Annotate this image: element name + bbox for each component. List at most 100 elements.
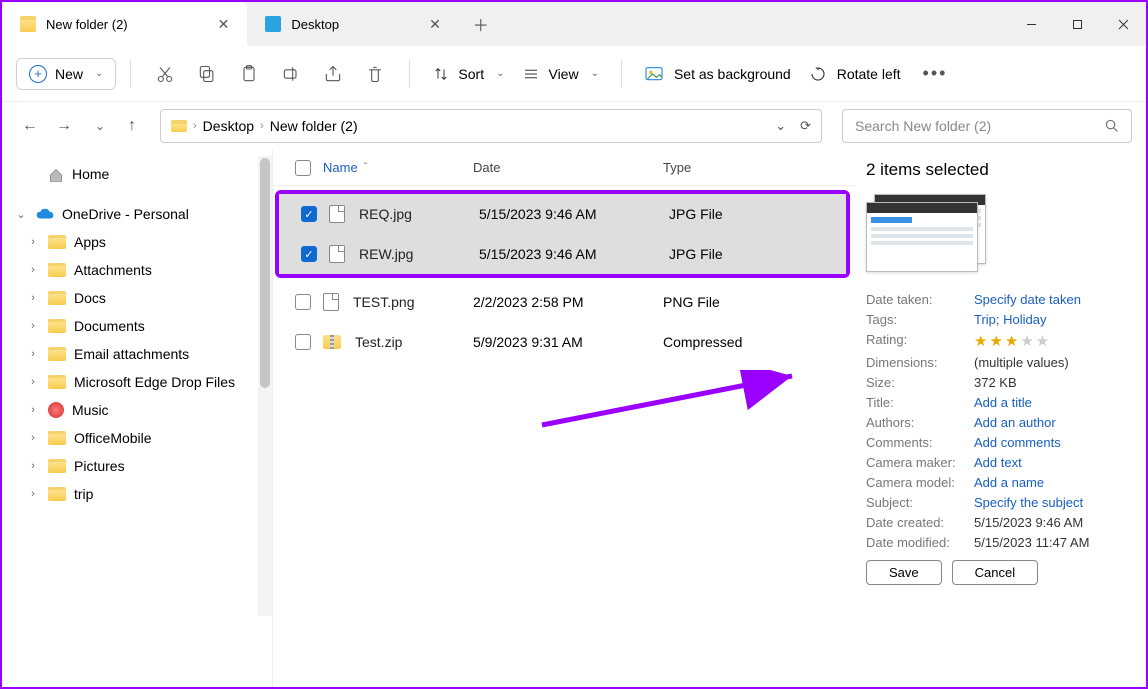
chevron-right-icon[interactable]: › <box>26 320 40 332</box>
sidebar-item[interactable]: ›Apps <box>8 228 266 256</box>
sidebar-item[interactable]: ›Attachments <box>8 256 266 284</box>
chevron-right-icon[interactable]: › <box>26 432 40 444</box>
rename-button[interactable] <box>271 54 311 94</box>
nav-onedrive[interactable]: ⌄ OneDrive - Personal <box>8 200 266 228</box>
details-value[interactable]: Add a title <box>974 395 1032 410</box>
file-type: PNG File <box>663 294 856 310</box>
add-tab-button[interactable]: ＋ <box>459 2 503 46</box>
refresh-button[interactable]: ⟳ <box>800 118 811 134</box>
row-checkbox[interactable] <box>295 294 311 310</box>
details-value[interactable]: Trip; Holiday <box>974 312 1046 327</box>
more-button[interactable]: ••• <box>915 63 956 84</box>
file-date: 5/15/2023 9:46 AM <box>479 206 669 222</box>
details-key: Rating: <box>866 332 974 350</box>
chevron-down-icon[interactable]: ⌄ <box>14 208 28 221</box>
breadcrumb-item[interactable]: Desktop <box>203 118 254 134</box>
search-icon <box>1105 119 1119 133</box>
up-button[interactable]: ↑ <box>118 112 146 140</box>
paste-button[interactable] <box>229 54 269 94</box>
save-button[interactable]: Save <box>866 560 942 585</box>
column-type[interactable]: Type <box>663 160 856 175</box>
chevron-right-icon[interactable]: › <box>26 404 40 416</box>
sidebar-item[interactable]: ›Microsoft Edge Drop Files <box>8 368 266 396</box>
column-headers: Nameˆ Date Type <box>273 150 856 186</box>
chevron-right-icon[interactable]: › <box>26 292 40 304</box>
sidebar-item[interactable]: ›OfficeMobile <box>8 424 266 452</box>
folder-icon <box>48 375 66 389</box>
tab-current-folder[interactable]: New folder (2) ✕ <box>2 2 247 46</box>
file-row[interactable]: REQ.jpg5/15/2023 9:46 AMJPG File <box>279 194 846 234</box>
details-value[interactable]: Add an author <box>974 415 1056 430</box>
sidebar-item[interactable]: ›trip <box>8 480 266 508</box>
sidebar-item[interactable]: ›Music <box>8 396 266 424</box>
cut-button[interactable] <box>145 54 185 94</box>
divider <box>409 60 410 88</box>
tab-desktop[interactable]: Desktop ✕ <box>247 2 458 46</box>
cancel-button[interactable]: Cancel <box>952 560 1038 585</box>
details-row: Title:Add a title <box>866 395 1130 410</box>
sidebar-item[interactable]: ›Pictures <box>8 452 266 480</box>
content-area: Home ⌄ OneDrive - Personal ›Apps›Attachm… <box>2 150 1146 687</box>
details-value[interactable]: Specify the subject <box>974 495 1083 510</box>
nav-label: Home <box>72 166 109 182</box>
sort-icon <box>432 65 450 83</box>
row-checkbox[interactable] <box>301 246 317 262</box>
rating-stars[interactable]: ★★★★★ <box>974 332 1051 350</box>
folder-icon <box>48 347 66 361</box>
titlebar: New folder (2) ✕ Desktop ✕ ＋ <box>2 2 1146 46</box>
sidebar-item[interactable]: › Documents <box>8 312 266 340</box>
column-name[interactable]: Nameˆ <box>323 160 473 175</box>
copy-button[interactable] <box>187 54 227 94</box>
close-button[interactable] <box>1100 2 1146 46</box>
nav-home[interactable]: Home <box>8 160 266 188</box>
search-input[interactable]: Search New folder (2) <box>842 109 1132 143</box>
file-row[interactable]: Test.zip5/9/2023 9:31 AMCompressed <box>273 322 856 362</box>
new-label: New <box>55 66 83 82</box>
details-value[interactable]: Add text <box>974 455 1022 470</box>
row-checkbox[interactable] <box>295 334 311 350</box>
details-value[interactable]: Specify date taken <box>974 292 1081 307</box>
scrollbar[interactable] <box>258 156 272 616</box>
chevron-right-icon[interactable]: › <box>26 460 40 472</box>
close-icon[interactable]: ✕ <box>218 16 230 33</box>
back-button[interactable]: ← <box>16 112 44 140</box>
view-button[interactable]: View ⌄ <box>514 65 606 83</box>
select-all-checkbox[interactable] <box>295 160 311 176</box>
chevron-right-icon[interactable]: › <box>26 236 40 248</box>
close-icon[interactable]: ✕ <box>429 16 441 33</box>
sidebar-item[interactable]: ›Docs <box>8 284 266 312</box>
window-controls <box>1008 2 1146 46</box>
folder-icon <box>48 459 66 473</box>
recent-button[interactable]: ⌄ <box>84 112 112 140</box>
nav-label: Documents <box>74 318 145 334</box>
file-name: Test.zip <box>355 334 402 350</box>
new-button[interactable]: + New ⌄ <box>16 58 116 90</box>
row-checkbox[interactable] <box>301 206 317 222</box>
scrollbar-thumb[interactable] <box>260 158 270 388</box>
chevron-down-icon[interactable]: ⌄ <box>775 118 786 134</box>
share-button[interactable] <box>313 54 353 94</box>
plus-icon: + <box>29 65 47 83</box>
chevron-right-icon[interactable]: › <box>26 264 40 276</box>
sidebar-item[interactable]: ›Email attachments <box>8 340 266 368</box>
maximize-button[interactable] <box>1054 2 1100 46</box>
details-value[interactable]: Add comments <box>974 435 1061 450</box>
forward-button[interactable]: → <box>50 112 78 140</box>
column-date[interactable]: Date <box>473 160 663 175</box>
details-value[interactable]: Add a name <box>974 475 1044 490</box>
address-bar[interactable]: › Desktop › New folder (2) ⌄ ⟳ <box>160 109 822 143</box>
details-row: Date taken:Specify date taken <box>866 292 1130 307</box>
minimize-button[interactable] <box>1008 2 1054 46</box>
chevron-right-icon[interactable]: › <box>26 348 40 360</box>
file-row[interactable]: REW.jpg5/15/2023 9:46 AMJPG File <box>279 234 846 274</box>
delete-button[interactable] <box>355 54 395 94</box>
sort-button[interactable]: Sort ⌄ <box>424 65 512 83</box>
chevron-right-icon[interactable]: › <box>26 376 40 388</box>
search-placeholder: Search New folder (2) <box>855 118 991 134</box>
details-key: Camera maker: <box>866 455 974 470</box>
file-row[interactable]: TEST.png2/2/2023 2:58 PMPNG File <box>273 282 856 322</box>
breadcrumb-item[interactable]: New folder (2) <box>270 118 358 134</box>
set-background-button[interactable]: Set as background <box>636 66 799 82</box>
rotate-left-button[interactable]: Rotate left <box>801 65 909 83</box>
chevron-right-icon[interactable]: › <box>26 488 40 500</box>
